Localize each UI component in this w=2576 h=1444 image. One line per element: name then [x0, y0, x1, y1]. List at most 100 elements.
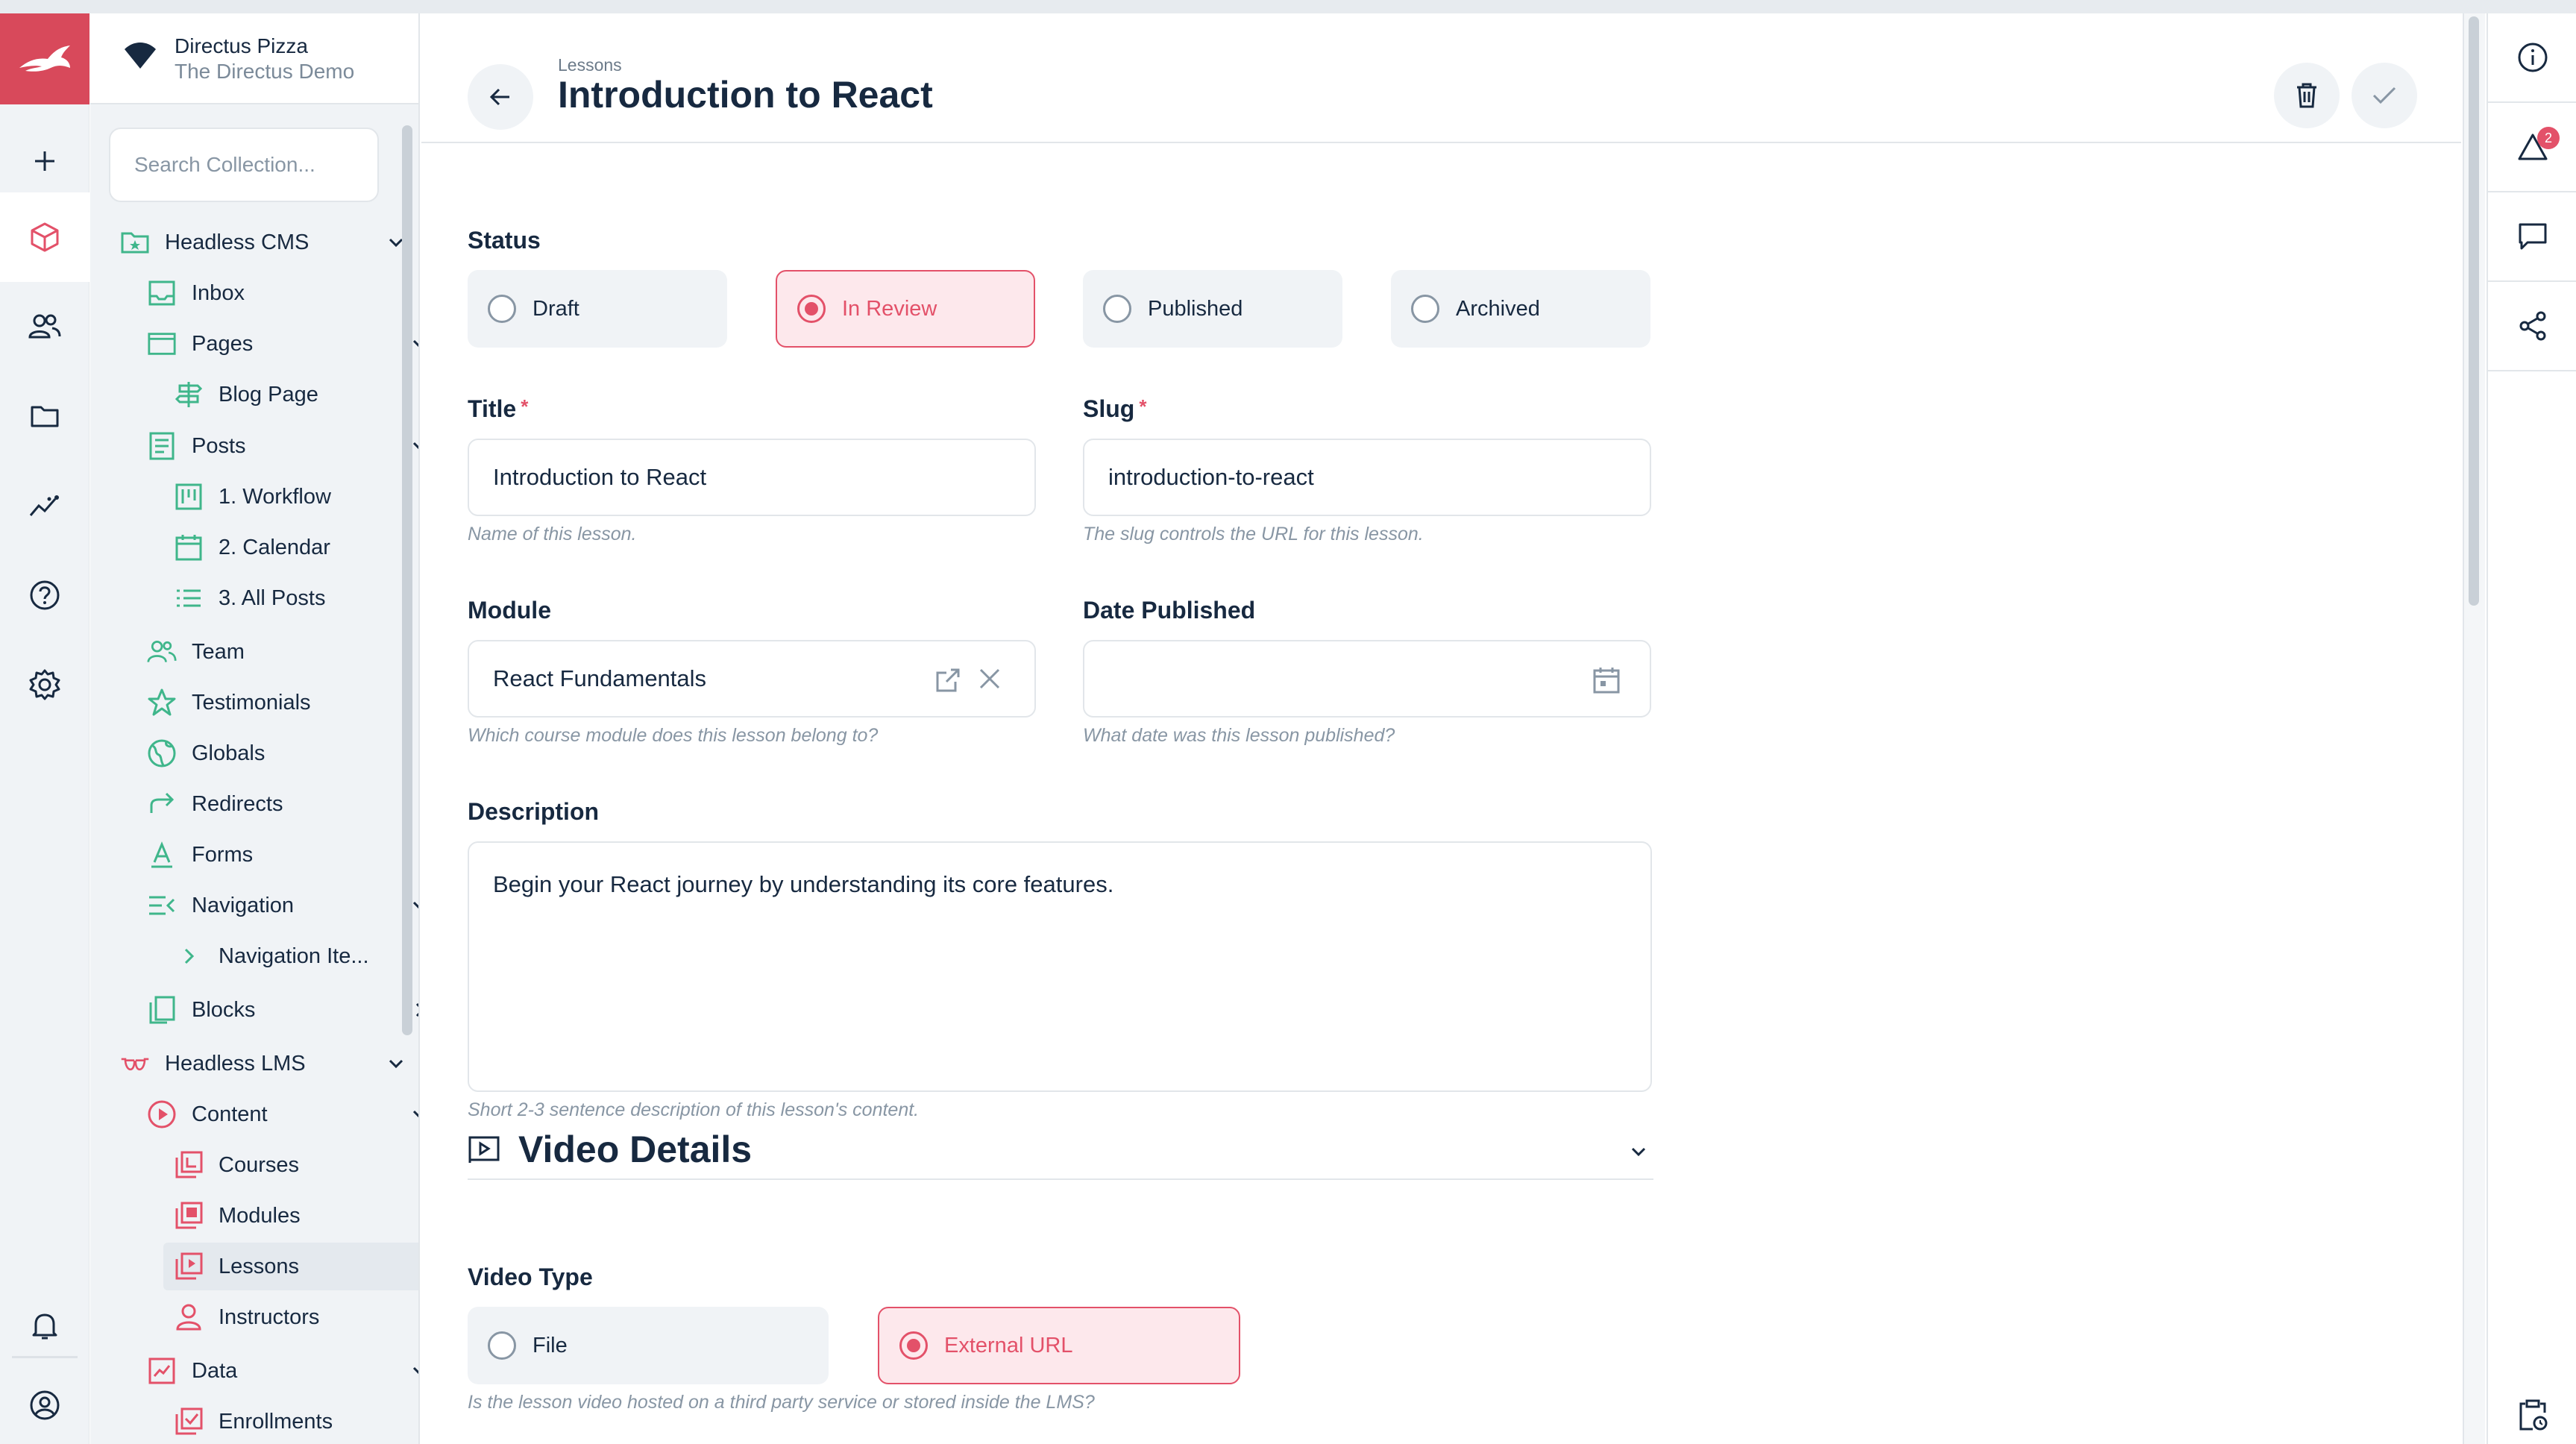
nav-item-blocks[interactable]: Blocks	[147, 986, 418, 1034]
save-button[interactable]	[2352, 63, 2417, 128]
status-option-published[interactable]: Published	[1083, 270, 1342, 348]
navigation-panel: Directus Pizza The Directus Demo Search …	[90, 13, 420, 1444]
status-option-archived[interactable]: Archived	[1391, 270, 1650, 348]
module-select[interactable]: React Fundamentals	[468, 640, 1036, 718]
nav-item-headless-lms[interactable]: Headless LMS	[120, 1040, 418, 1087]
video-details-section[interactable]: Video Details	[468, 1120, 1653, 1180]
nav-label: Redirects	[192, 791, 283, 816]
share-icon[interactable]	[2488, 282, 2576, 371]
nav-item-navigation-items[interactable]: Navigation Ite...	[174, 932, 418, 980]
star-icon	[147, 688, 177, 718]
video-type-label: Video Type	[468, 1264, 593, 1290]
account-icon[interactable]	[0, 1360, 89, 1444]
checklist-icon	[174, 1407, 204, 1437]
option-label: External URL	[944, 1333, 1073, 1357]
slug-hint: The slug controls the URL for this lesso…	[1083, 524, 1424, 544]
nav-label: Blocks	[192, 997, 256, 1022]
nav-label: Instructors	[219, 1305, 320, 1329]
nav-item-pages[interactable]: Pages	[147, 320, 418, 368]
nav-label: Forms	[192, 842, 254, 867]
nav-item-modules[interactable]: Modules	[174, 1192, 418, 1240]
wifi-icon	[123, 42, 157, 72]
nav-item-forms[interactable]: Forms	[147, 831, 418, 879]
redirect-icon	[147, 789, 177, 819]
nav-item-globals[interactable]: Globals	[147, 729, 418, 777]
date-published-input[interactable]	[1083, 640, 1651, 718]
nav-item-data[interactable]: Data	[147, 1347, 418, 1395]
nav-item-enrollments[interactable]: Enrollments	[174, 1398, 418, 1444]
nav-label: Headless LMS	[165, 1051, 306, 1076]
nav-item-blog-page[interactable]: Blog Page	[174, 371, 418, 418]
chevron-down-icon[interactable]	[405, 1099, 418, 1129]
help-icon[interactable]	[0, 550, 89, 640]
collection-search-input[interactable]: Search Collection...	[109, 128, 379, 202]
nav-label: Blog Page	[219, 382, 318, 406]
main-scrollbar[interactable]	[2463, 13, 2485, 1444]
open-in-new-icon[interactable]	[933, 665, 963, 695]
nav-item-courses[interactable]: Courses	[174, 1141, 418, 1189]
nav-item-testimonials[interactable]: Testimonials	[147, 679, 418, 726]
slug-label: Slug *	[1083, 395, 1146, 423]
nav-item-inbox[interactable]: Inbox	[147, 269, 418, 317]
radio-circle	[488, 1331, 516, 1360]
option-label: Archived	[1456, 296, 1540, 321]
info-icon[interactable]	[2488, 13, 2576, 103]
slug-input[interactable]: introduction-to-react	[1083, 439, 1651, 516]
module-value: React Fundamentals	[493, 665, 707, 691]
nav-item-redirects[interactable]: Redirects	[147, 780, 418, 828]
users-icon[interactable]	[0, 282, 89, 371]
nav-item-instructors[interactable]: Instructors	[174, 1293, 418, 1341]
date-published-label: Date Published	[1083, 597, 1256, 624]
nav-label: Posts	[192, 433, 246, 458]
close-icon[interactable]	[976, 665, 1003, 692]
clipboard-icon[interactable]	[2488, 1371, 2576, 1444]
title-input[interactable]: Introduction to React	[468, 439, 1036, 516]
radio-circle-selected	[797, 295, 826, 323]
nav-label: Team	[192, 639, 245, 664]
nav-item-content[interactable]: Content	[147, 1090, 418, 1138]
project-subtitle: The Directus Demo	[175, 60, 355, 83]
nav-item-calendar[interactable]: 2. Calendar	[174, 524, 418, 571]
label-text: Slug	[1083, 395, 1135, 422]
project-header[interactable]: Directus Pizza The Directus Demo	[90, 13, 418, 104]
insights-icon[interactable]	[0, 461, 89, 550]
calendar-icon[interactable]	[1592, 665, 1621, 695]
folder-star-icon	[120, 227, 150, 257]
settings-icon[interactable]	[0, 640, 89, 729]
radio-circle	[1103, 295, 1131, 323]
delete-button[interactable]	[2274, 63, 2340, 128]
nav-label: Inbox	[192, 280, 245, 305]
chevron-down-icon[interactable]	[1624, 1137, 1653, 1167]
breadcrumb[interactable]: Lessons	[558, 55, 622, 75]
nav-scrollbar[interactable]	[402, 125, 412, 1035]
cube-icon[interactable]	[0, 192, 89, 282]
revisions-icon[interactable]: 2	[2488, 103, 2576, 192]
back-button[interactable]	[468, 64, 533, 130]
status-option-draft[interactable]: Draft	[468, 270, 727, 348]
nav-item-workflow[interactable]: 1. Workflow	[174, 473, 418, 521]
nav-item-posts[interactable]: Posts	[147, 422, 418, 470]
nav-item-lessons[interactable]: Lessons	[163, 1243, 418, 1290]
nav-item-navigation[interactable]: Navigation	[147, 882, 418, 929]
option-label: Published	[1148, 296, 1243, 321]
video-library-icon	[174, 1252, 204, 1281]
nav-label: Courses	[219, 1152, 299, 1177]
status-option-in-review[interactable]: In Review	[776, 270, 1035, 348]
video-slides-icon	[468, 1134, 500, 1164]
folder-icon[interactable]	[0, 371, 89, 461]
rabbit-logo-icon[interactable]	[0, 13, 89, 104]
comments-icon[interactable]	[2488, 192, 2576, 282]
chevron-down-icon[interactable]	[381, 1049, 411, 1079]
description-textarea[interactable]: Begin your React journey by understandin…	[468, 841, 1652, 1092]
video-type-option-external-url[interactable]: External URL	[878, 1307, 1240, 1384]
video-type-option-file[interactable]: File	[468, 1307, 829, 1384]
nav-item-headless-cms[interactable]: Headless CMS	[120, 219, 418, 266]
module-hint: Which course module does this lesson bel…	[468, 725, 879, 746]
nav-label: 1. Workflow	[219, 484, 331, 509]
scrollbar-thumb[interactable]	[2469, 16, 2479, 606]
text-format-icon	[147, 840, 177, 870]
chevron-down-icon[interactable]	[405, 1356, 418, 1386]
nav-item-all-posts[interactable]: 3. All Posts	[174, 574, 418, 622]
nav-item-team[interactable]: Team	[147, 628, 418, 676]
nav-label: Navigation	[192, 893, 295, 917]
